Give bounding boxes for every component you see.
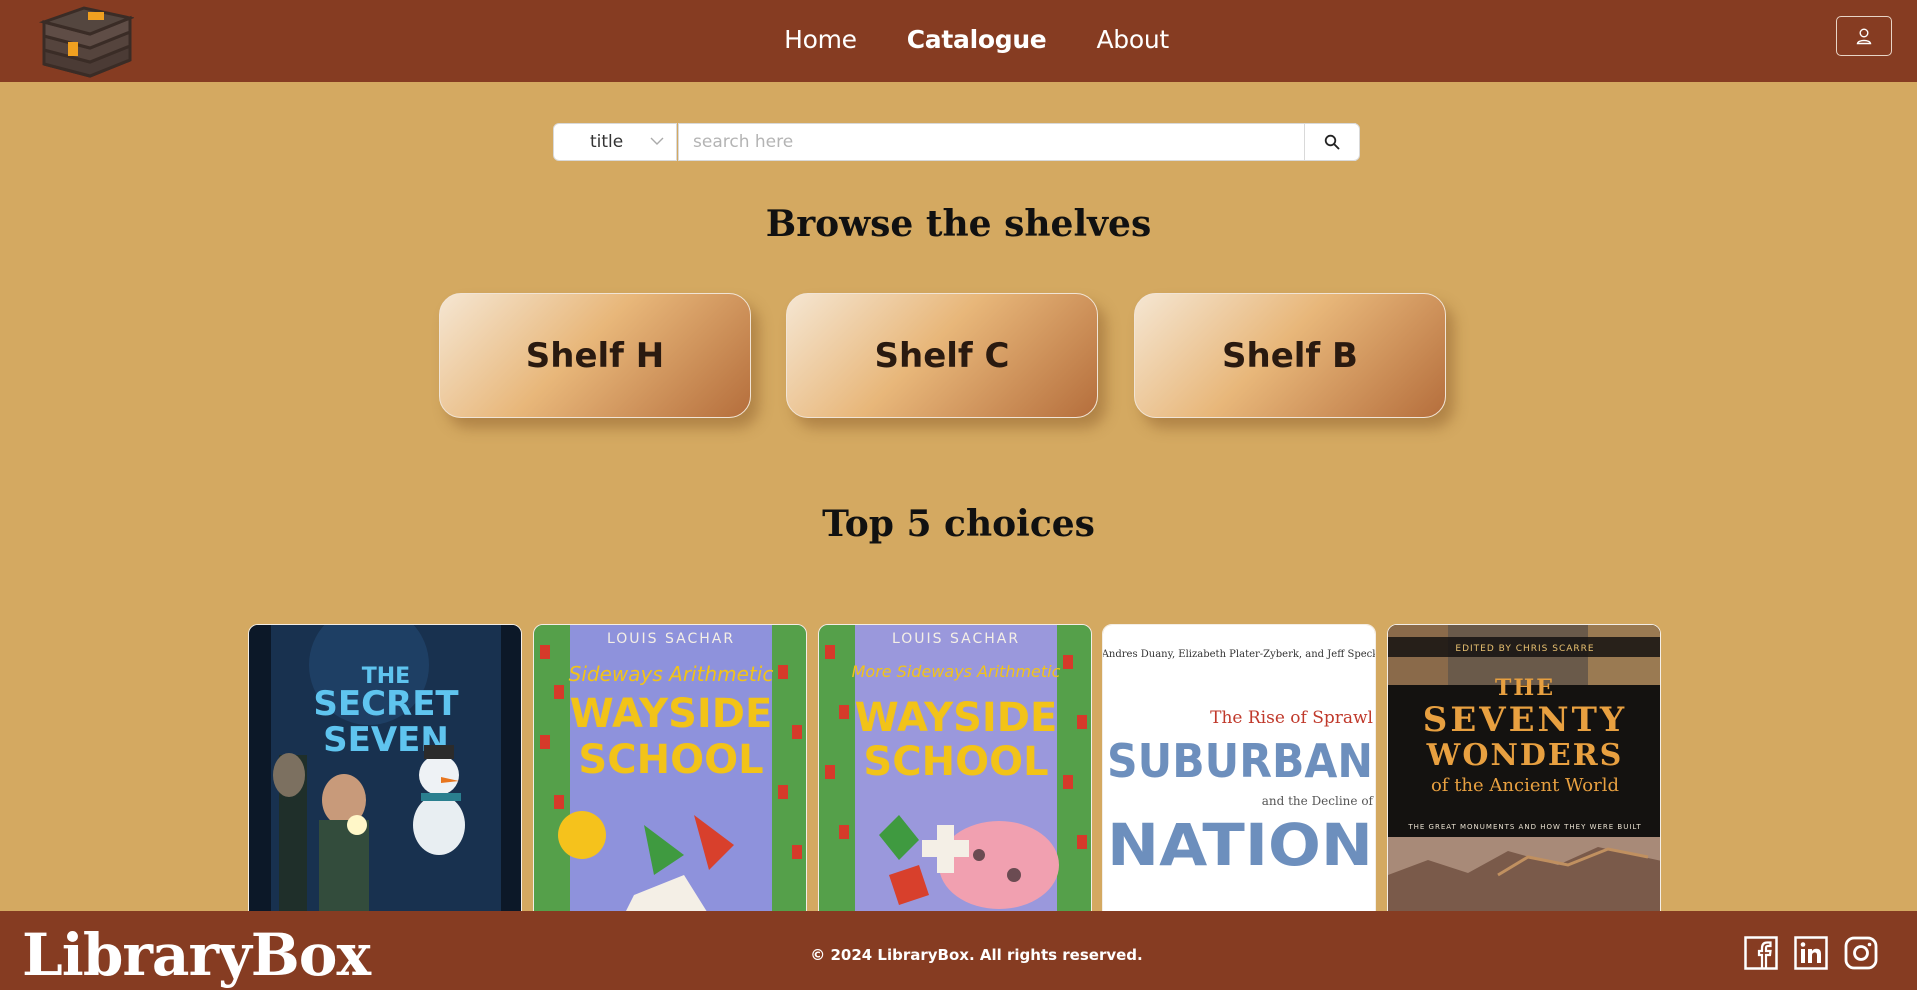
shelf-button-c[interactable]: Shelf C bbox=[786, 293, 1098, 418]
user-account-button[interactable] bbox=[1836, 16, 1892, 56]
book-card-sideways-arithmetic[interactable]: LOUIS SACHAR Sideways Arithmetic WAYSIDE… bbox=[533, 624, 807, 914]
svg-text:NATION: NATION bbox=[1107, 811, 1373, 879]
svg-text:LOUIS SACHAR: LOUIS SACHAR bbox=[892, 631, 1020, 647]
user-icon bbox=[1856, 28, 1872, 45]
search-field-value: title bbox=[590, 132, 624, 152]
svg-text:The Rise of Sprawl: The Rise of Sprawl bbox=[1210, 708, 1373, 728]
search-field-select[interactable]: title bbox=[553, 123, 677, 161]
svg-text:EDITED BY CHRIS SCARRE: EDITED BY CHRIS SCARRE bbox=[1455, 644, 1594, 654]
svg-text:and the Decline of: and the Decline of bbox=[1262, 794, 1375, 808]
browse-heading: Browse the shelves bbox=[765, 203, 1152, 245]
svg-text:THE GREAT MONUMENTS AND HOW TH: THE GREAT MONUMENTS AND HOW THEY WERE BU… bbox=[1407, 823, 1641, 831]
book-card-seventy-wonders[interactable]: EDITED BY CHRIS SCARRE THE SEVENTY WONDE… bbox=[1387, 624, 1661, 914]
svg-text:WONDERS: WONDERS bbox=[1426, 738, 1624, 773]
top-choices-heading: Top 5 choices bbox=[822, 503, 1095, 545]
svg-text:Sideways Arithmetic: Sideways Arithmetic bbox=[569, 662, 774, 686]
facebook-icon[interactable] bbox=[1744, 936, 1778, 970]
svg-text:SEVENTY: SEVENTY bbox=[1423, 700, 1627, 740]
svg-text:WAYSIDE: WAYSIDE bbox=[855, 695, 1058, 741]
search-button[interactable] bbox=[1304, 123, 1360, 161]
shelf-button-h[interactable]: Shelf H bbox=[439, 293, 751, 418]
svg-text:More Sideways Arithmetic: More Sideways Arithmetic bbox=[852, 662, 1061, 681]
linkedin-icon[interactable] bbox=[1794, 936, 1828, 970]
svg-text:SCHOOL: SCHOOL bbox=[578, 737, 763, 783]
search-icon bbox=[1324, 134, 1340, 150]
nav-about[interactable]: About bbox=[1096, 25, 1169, 54]
site-footer: LibraryBox © 2024 LibraryBox. All rights… bbox=[0, 911, 1917, 990]
svg-text:THE: THE bbox=[1495, 675, 1555, 701]
nav-home[interactable]: Home bbox=[784, 25, 857, 54]
main-nav: Home Catalogue About bbox=[0, 0, 1917, 78]
search-input[interactable] bbox=[678, 123, 1356, 161]
book-card-more-sideways-arithmetic[interactable]: LOUIS SACHAR More Sideways Arithmetic WA… bbox=[818, 624, 1092, 914]
search-bar: title bbox=[553, 123, 1360, 161]
svg-text:WAYSIDE: WAYSIDE bbox=[570, 691, 773, 737]
footer-copyright: © 2024 LibraryBox. All rights reserved. bbox=[810, 946, 1143, 964]
svg-text:SUBURBAN: SUBURBAN bbox=[1107, 734, 1373, 788]
svg-text:LOUIS SACHAR: LOUIS SACHAR bbox=[607, 631, 735, 647]
svg-text:SCHOOL: SCHOOL bbox=[863, 739, 1048, 785]
shelf-button-b[interactable]: Shelf B bbox=[1134, 293, 1446, 418]
book-card-secret-seven[interactable]: THE SECRET SEVEN bbox=[248, 624, 522, 914]
book-card-suburban-nation[interactable]: Andres Duany, Elizabeth Plater-Zyberk, a… bbox=[1102, 624, 1376, 914]
top-navbar: Home Catalogue About bbox=[0, 0, 1917, 82]
instagram-icon[interactable] bbox=[1844, 936, 1878, 970]
svg-text:Andres Duany, Elizabeth Plater: Andres Duany, Elizabeth Plater-Zyberk, a… bbox=[1103, 649, 1376, 660]
svg-text:SECRET: SECRET bbox=[313, 684, 459, 724]
nav-catalogue[interactable]: Catalogue bbox=[907, 25, 1047, 54]
chevron-down-icon bbox=[650, 137, 664, 145]
svg-text:of the Ancient World: of the Ancient World bbox=[1431, 775, 1619, 796]
